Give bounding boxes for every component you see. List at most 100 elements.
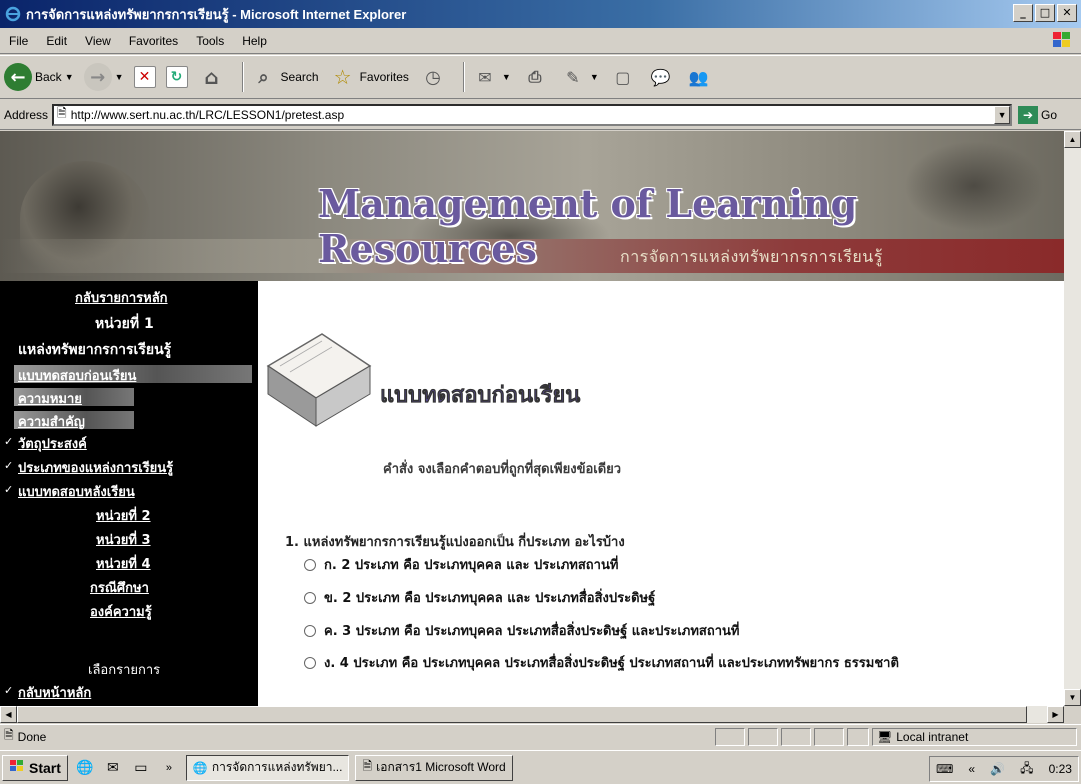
sidebar-item-knowledge[interactable]: องค์ความรู้: [90, 601, 152, 622]
word-icon: 🗎: [362, 759, 373, 773]
maximize-button[interactable]: □: [1035, 4, 1055, 22]
search-label: Search: [280, 70, 319, 84]
go-label: Go: [1041, 107, 1058, 122]
chat-icon: 💬: [650, 67, 671, 87]
answer-radio[interactable]: [304, 657, 316, 669]
vertical-scrollbar[interactable]: ▲ ▼: [1064, 131, 1081, 706]
chevron-down-icon: ▼: [114, 72, 124, 82]
ie-logo-icon: 🌐: [192, 760, 208, 775]
status-panel: [748, 728, 778, 746]
sidebar-item-unit2[interactable]: หน่วยที่ 2: [96, 505, 151, 526]
stop-button[interactable]: ✕: [133, 60, 156, 94]
answer-option: ข. 2 ประเภท คือ ประเภทบุคคล และ ประเภทสื…: [304, 590, 1044, 608]
answer-radio[interactable]: [304, 592, 316, 604]
taskbar-button-label: การจัดการแหล่งทรัพยา...: [211, 760, 343, 774]
sidebar-item-importance[interactable]: ความสำคัญ: [18, 411, 85, 432]
scroll-left-icon[interactable]: ◀: [0, 706, 17, 723]
discuss-button[interactable]: ▢: [609, 60, 637, 94]
answer-radio[interactable]: [304, 625, 316, 637]
sidebar-item-types[interactable]: ประเภทของแหล่งการเรียนรู้: [18, 457, 173, 478]
window-title: การจัดการแหล่งทรัพยากรการเรียนรู้ - Micr…: [26, 6, 407, 22]
scroll-down-icon[interactable]: ▼: [1064, 689, 1081, 706]
sidebar-item-meaning[interactable]: ความหมาย: [18, 388, 82, 409]
status-panel: [847, 728, 869, 746]
taskbar: Start 🌐 ✉ ▭ » 🌐 การจัดการแหล่งทรัพยา... …: [0, 750, 1081, 784]
menu-file[interactable]: File: [0, 34, 37, 48]
sidebar-item-unit4[interactable]: หน่วยที่ 4: [96, 553, 151, 574]
check-icon: ✓: [4, 685, 14, 697]
scroll-right-icon[interactable]: ▶: [1047, 706, 1064, 723]
sidebar-item-posttest[interactable]: แบบทดสอบหลังเรียน: [18, 481, 135, 502]
home-button[interactable]: ⌂: [198, 60, 226, 94]
answer-radio[interactable]: [304, 559, 316, 571]
sidebar-item-unit3[interactable]: หน่วยที่ 3: [96, 529, 151, 550]
answer-label: ก. 2 ประเภท คือ ประเภทบุคคล และ ประเภทสถ…: [324, 558, 619, 573]
chevron-down-icon: ▼: [64, 72, 74, 82]
start-button[interactable]: Start: [2, 754, 68, 781]
tray-volume-icon[interactable]: 🔊: [990, 762, 1005, 776]
forward-button[interactable]: → ▼: [83, 60, 124, 94]
refresh-button[interactable]: ↻: [165, 60, 188, 94]
windows-flag-icon: [9, 759, 25, 776]
sidebar-item-pretest[interactable]: แบบทดสอบก่อนเรียน: [18, 365, 136, 386]
refresh-icon: ↻: [165, 66, 188, 88]
status-bar: 🗎 Done 🖥 Local intranet: [0, 724, 1081, 748]
scroll-up-icon[interactable]: ▲: [1064, 131, 1081, 148]
back-button[interactable]: ← Back ▼: [4, 60, 74, 94]
favorites-label: Favorites: [359, 70, 409, 84]
discuss-icon: ▢: [615, 67, 631, 87]
close-button[interactable]: ✕: [1057, 4, 1077, 22]
answer-label: ง. 4 ประเภท คือ ประเภทบุคคล ประเภทสื่อสิ…: [324, 656, 899, 671]
page-content: Management of Learning Resources การจัดก…: [0, 131, 1064, 706]
answer-label: ข. 2 ประเภท คือ ประเภทบุคคล และ ประเภทสื…: [324, 591, 656, 606]
print-icon: ⎙: [528, 67, 542, 86]
sidebar-link-back-main[interactable]: กลับรายการหลัก: [75, 287, 168, 308]
sidebar-item-objective[interactable]: วัตถุประสงค์: [18, 433, 87, 454]
tray-clock: 0:23: [1048, 762, 1072, 776]
windows-flag-icon: [1049, 30, 1075, 52]
menu-favorites[interactable]: Favorites: [120, 34, 187, 48]
banner: Management of Learning Resources การจัดก…: [0, 131, 1064, 281]
question-text: 1. แหล่งทรัพยากรการเรียนรู้แบ่งออกเป็น ก…: [285, 535, 625, 550]
go-button[interactable]: ➔ Go: [1018, 105, 1058, 124]
check-icon: ✓: [4, 460, 14, 472]
taskbar-button-ie[interactable]: 🌐 การจัดการแหล่งทรัพยา...: [185, 754, 350, 781]
menu-edit[interactable]: Edit: [37, 34, 76, 48]
messenger-button[interactable]: 💬: [647, 60, 675, 94]
quicklaunch-outlook-icon[interactable]: ✉: [102, 757, 124, 779]
tray-network-icon[interactable]: 🖧: [1020, 759, 1033, 780]
quicklaunch-desktop-icon[interactable]: ▭: [130, 757, 152, 779]
history-button[interactable]: ◷: [419, 60, 447, 94]
edit-button[interactable]: ✎ ▼: [559, 60, 599, 94]
status-panel: [715, 728, 745, 746]
sidebar-choose-label: เลือกรายการ: [88, 663, 161, 678]
mail-icon: ✉: [478, 67, 492, 87]
favorites-button[interactable]: ☆ Favorites: [329, 60, 409, 94]
contacts-button[interactable]: 👥: [685, 60, 713, 94]
taskbar-button-word[interactable]: 🗎 เอกสาร1 Microsoft Word: [355, 754, 513, 781]
tray-language-icon[interactable]: «: [968, 762, 975, 776]
answer-label: ค. 3 ประเภท คือ ประเภทบุคคล ประเภทสื่อสิ…: [324, 624, 740, 639]
quicklaunch-more-icon[interactable]: »: [158, 757, 180, 779]
print-button[interactable]: ⎙: [521, 60, 549, 94]
menu-view[interactable]: View: [76, 34, 120, 48]
main-area: แบบทดสอบก่อนเรียน คำสั่ง จงเลือกคำตอบที่…: [258, 281, 1064, 706]
book-icon: [260, 326, 378, 431]
mail-button[interactable]: ✉ ▼: [471, 60, 511, 94]
chevron-down-icon[interactable]: ▼: [994, 105, 1011, 124]
minimize-button[interactable]: _: [1013, 4, 1033, 22]
taskbar-button-label: เอกสาร1 Microsoft Word: [376, 760, 506, 774]
page-icon: 🗎: [4, 728, 14, 742]
address-input[interactable]: 🗎 http://www.sert.nu.ac.th/LRC/LESSON1/p…: [52, 103, 1013, 126]
status-text: Done: [17, 729, 47, 744]
scroll-thumb[interactable]: [17, 706, 1027, 723]
menu-tools[interactable]: Tools: [187, 34, 233, 48]
sidebar-item-home[interactable]: กลับหน้าหลัก: [18, 682, 91, 703]
horizontal-scrollbar[interactable]: ◀ ▶: [0, 706, 1064, 723]
menu-help[interactable]: Help: [233, 34, 276, 48]
tray-keyboard-icon[interactable]: ⌨: [936, 762, 953, 776]
sidebar-item-case-study[interactable]: กรณีศึกษา: [90, 577, 149, 598]
quicklaunch-ie-icon[interactable]: 🌐: [74, 757, 96, 779]
chevron-down-icon: ▼: [589, 72, 599, 82]
search-button[interactable]: ⌕ Search: [250, 60, 319, 94]
